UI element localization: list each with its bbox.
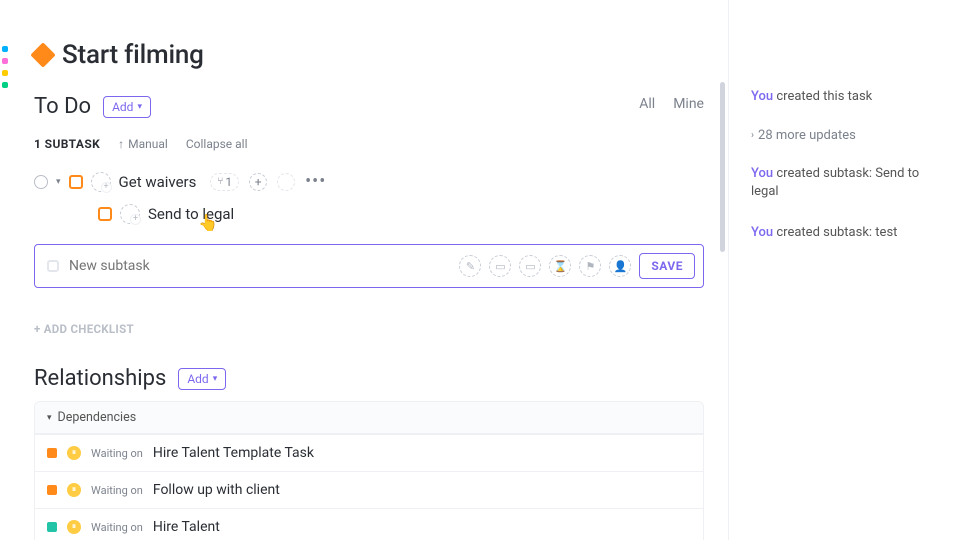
dependency-relation: Waiting on bbox=[91, 447, 143, 460]
subtask-row[interactable]: Send to legal bbox=[34, 198, 704, 230]
nested-subtask-count[interactable]: ⑂ 1 bbox=[210, 173, 239, 191]
complete-circle-icon[interactable] bbox=[34, 175, 48, 189]
activity-actor: You bbox=[751, 225, 773, 240]
relationships-heading: Relationships bbox=[34, 366, 166, 391]
add-relationship-button[interactable]: Add ▾ bbox=[178, 368, 226, 390]
dependencies-panel: ▾ Dependencies ⏸ Waiting on Hire Talent … bbox=[34, 401, 704, 540]
edit-icon[interactable]: ✎ bbox=[459, 255, 481, 277]
activity-actor: You bbox=[751, 166, 773, 181]
collapsed-sidebar bbox=[0, 0, 10, 540]
subtask-row[interactable]: ▾ Get waivers ⑂ 1 + ••• bbox=[34, 165, 704, 198]
caret-down-icon: ▾ bbox=[137, 102, 142, 112]
arrow-up-icon: ↑ bbox=[118, 137, 124, 151]
dependency-name[interactable]: Hire Talent bbox=[153, 519, 220, 535]
activity-text: created this task bbox=[773, 89, 872, 104]
dependency-name[interactable]: Follow up with client bbox=[153, 482, 280, 498]
filter-all[interactable]: All bbox=[639, 96, 655, 112]
task-status-diamond-icon[interactable] bbox=[30, 42, 55, 67]
activity-actor: You bbox=[751, 89, 773, 104]
subtask-name[interactable]: Get waivers bbox=[119, 173, 197, 191]
priority-flag-icon[interactable]: ⚑ bbox=[579, 255, 601, 277]
branch-icon: ⑂ bbox=[217, 176, 223, 187]
task-title[interactable]: Start filming bbox=[62, 40, 204, 70]
dependency-row[interactable]: ⏸ Waiting on Hire Talent Template Task bbox=[35, 434, 703, 471]
status-placeholder-icon bbox=[47, 260, 59, 272]
sort-manual[interactable]: ↑ Manual bbox=[118, 137, 168, 151]
status-dot-icon bbox=[47, 485, 57, 495]
calendar-start-icon[interactable]: ▭ bbox=[489, 255, 511, 277]
waiting-badge-icon: ⏸ bbox=[67, 483, 81, 497]
todo-heading: To Do bbox=[34, 94, 91, 119]
row-action-placeholder-icon[interactable] bbox=[277, 173, 295, 191]
dependency-row[interactable]: ⏸ Waiting on Follow up with client bbox=[35, 471, 703, 508]
more-updates-toggle[interactable]: › 28 more updates bbox=[751, 128, 942, 143]
status-square-icon[interactable] bbox=[69, 175, 83, 189]
activity-entry: You created subtask: Send to legal bbox=[751, 165, 942, 201]
activity-panel: You created this task › 28 more updates … bbox=[728, 0, 960, 540]
activity-text: created subtask: Send to legal bbox=[751, 166, 919, 199]
filter-mine[interactable]: Mine bbox=[673, 96, 704, 112]
activity-text: created subtask: test bbox=[773, 225, 897, 240]
status-square-icon[interactable] bbox=[98, 207, 112, 221]
subtask-count: 1 SUBTASK bbox=[34, 137, 100, 151]
assign-icon[interactable]: 👤 bbox=[609, 255, 631, 277]
caret-down-icon: ▾ bbox=[213, 374, 218, 384]
add-checklist-button[interactable]: + ADD CHECKLIST bbox=[34, 322, 704, 336]
dependency-relation: Waiting on bbox=[91, 521, 143, 534]
scrollbar[interactable] bbox=[720, 82, 725, 252]
calendar-due-icon[interactable]: ▭ bbox=[519, 255, 541, 277]
status-dot-icon bbox=[47, 522, 57, 532]
chevron-right-icon: › bbox=[751, 130, 754, 141]
new-subtask-row[interactable]: ✎ ▭ ▭ ⌛ ⚑ 👤 SAVE bbox=[34, 244, 704, 288]
expand-toggle-icon[interactable]: ▾ bbox=[56, 177, 61, 187]
collapse-all[interactable]: Collapse all bbox=[186, 137, 248, 151]
dependency-row[interactable]: ⏸ Waiting on Hire Talent bbox=[35, 508, 703, 540]
save-subtask-button[interactable]: SAVE bbox=[639, 253, 695, 279]
dependency-name[interactable]: Hire Talent Template Task bbox=[153, 445, 314, 461]
activity-entry: You created subtask: test bbox=[751, 224, 942, 242]
time-estimate-icon[interactable]: ⌛ bbox=[549, 255, 571, 277]
add-subtask-button[interactable]: Add ▾ bbox=[103, 96, 151, 118]
dependency-relation: Waiting on bbox=[91, 484, 143, 497]
add-subtask-label: Add bbox=[112, 100, 133, 114]
assign-avatar-icon[interactable] bbox=[91, 172, 111, 192]
add-relationship-label: Add bbox=[187, 372, 208, 386]
new-subtask-input[interactable] bbox=[69, 258, 449, 274]
dependencies-header[interactable]: ▾ Dependencies bbox=[35, 402, 703, 434]
add-nested-subtask-button[interactable]: + bbox=[249, 173, 267, 191]
assign-avatar-icon[interactable] bbox=[120, 204, 140, 224]
caret-down-icon: ▾ bbox=[47, 413, 52, 423]
waiting-badge-icon: ⏸ bbox=[67, 520, 81, 534]
subtask-name[interactable]: Send to legal bbox=[148, 205, 234, 223]
activity-entry: You created this task bbox=[751, 88, 942, 106]
more-actions-icon[interactable]: ••• bbox=[305, 171, 326, 192]
waiting-badge-icon: ⏸ bbox=[67, 446, 81, 460]
status-dot-icon bbox=[47, 448, 57, 458]
